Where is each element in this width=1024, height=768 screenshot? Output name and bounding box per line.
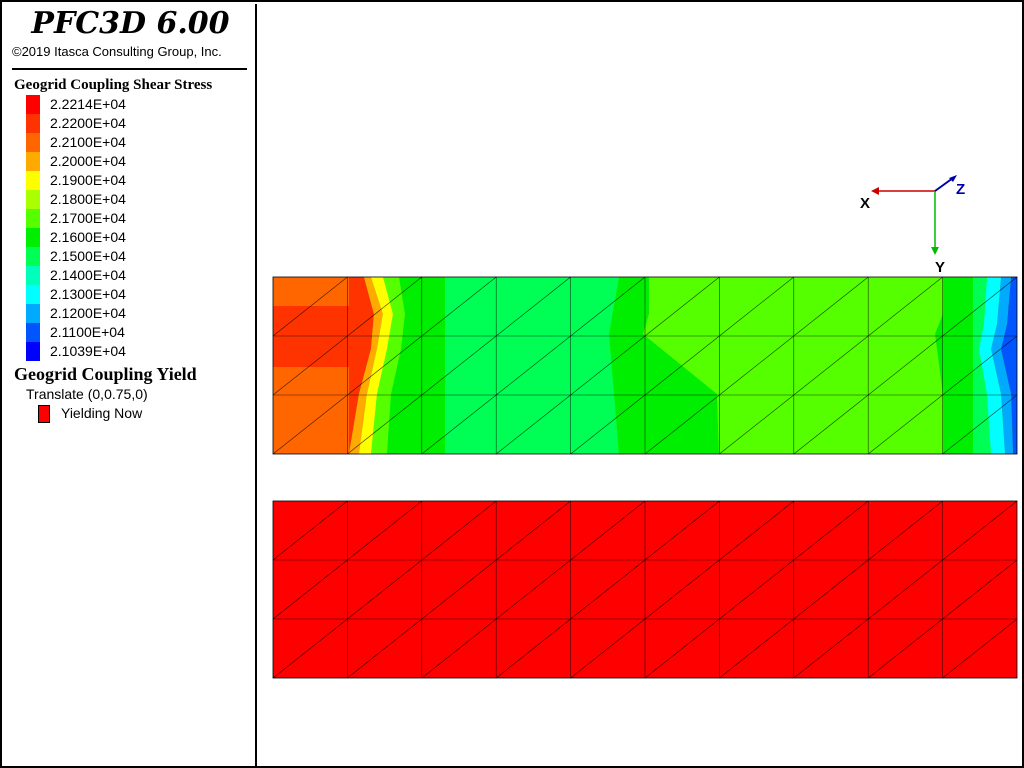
colorbar-label: 2.2100E+04 bbox=[50, 134, 126, 150]
colorbar-segment bbox=[26, 190, 40, 209]
title-divider bbox=[12, 68, 247, 70]
yield-legend-title: Geogrid Coupling Yield bbox=[14, 364, 197, 384]
app-title: PFC3D 6.00 bbox=[31, 6, 230, 41]
yielding-now-label: Yielding Now bbox=[61, 405, 143, 421]
colorbar-label: 2.1039E+04 bbox=[50, 343, 126, 359]
colorbar-segment bbox=[26, 266, 40, 285]
colorbar-segment bbox=[26, 247, 40, 266]
contour-band-mint bbox=[445, 277, 619, 454]
geogrid-yield-plot bbox=[272, 500, 1018, 679]
colorbar-segment bbox=[26, 133, 40, 152]
colorbar-label: 2.1400E+04 bbox=[50, 267, 126, 283]
z-axis-line bbox=[934, 177, 954, 192]
colorbar-segment bbox=[26, 171, 40, 190]
shear-stress-colorbar bbox=[26, 95, 40, 361]
colorbar-label: 2.2200E+04 bbox=[50, 115, 126, 131]
colorbar-segment bbox=[26, 209, 40, 228]
plot-window: PFC3D 6.00 ©2019 Itasca Consulting Group… bbox=[0, 0, 1024, 768]
x-axis-label: X bbox=[860, 195, 870, 212]
colorbar-label: 2.2000E+04 bbox=[50, 153, 126, 169]
model-viewport[interactable]: X Y Z bbox=[259, 4, 1024, 768]
y-axis-label: Y bbox=[935, 259, 945, 276]
colorbar-label: 2.2214E+04 bbox=[50, 96, 126, 112]
y-axis-arrowhead bbox=[931, 247, 939, 255]
copyright-text: ©2019 Itasca Consulting Group, Inc. bbox=[12, 44, 222, 59]
colorbar-segment bbox=[26, 228, 40, 247]
shear-stress-legend-title: Geogrid Coupling Shear Stress bbox=[14, 77, 213, 93]
colorbar-segment bbox=[26, 285, 40, 304]
x-axis-arrowhead bbox=[871, 187, 879, 195]
colorbar-segment bbox=[26, 323, 40, 342]
z-axis-label: Z bbox=[956, 181, 965, 198]
colorbar-segment bbox=[26, 342, 40, 361]
colorbar-label: 2.1900E+04 bbox=[50, 172, 126, 188]
model-canvas[interactable]: X Y Z bbox=[259, 4, 1024, 768]
colorbar-segment bbox=[26, 304, 40, 323]
colorbar-segment bbox=[26, 114, 40, 133]
colorbar-label: 2.1600E+04 bbox=[50, 229, 126, 245]
colorbar-label: 2.1700E+04 bbox=[50, 210, 126, 226]
legend-panel: PFC3D 6.00 ©2019 Itasca Consulting Group… bbox=[4, 4, 257, 768]
geogrid-shear-stress-contour bbox=[272, 276, 1018, 455]
colorbar-label: 2.1100E+04 bbox=[50, 324, 125, 340]
colorbar-segment bbox=[26, 95, 40, 114]
colorbar-label: 2.1800E+04 bbox=[50, 191, 126, 207]
axes-triad: X Y Z bbox=[860, 175, 965, 276]
colorbar-label: 2.1300E+04 bbox=[50, 286, 126, 302]
colorbar-label: 2.1500E+04 bbox=[50, 248, 126, 264]
yield-translate-text: Translate (0,0.75,0) bbox=[26, 386, 148, 402]
colorbar-segment bbox=[26, 152, 40, 171]
yielding-now-swatch bbox=[38, 405, 50, 423]
colorbar-label: 2.1200E+04 bbox=[50, 305, 126, 321]
